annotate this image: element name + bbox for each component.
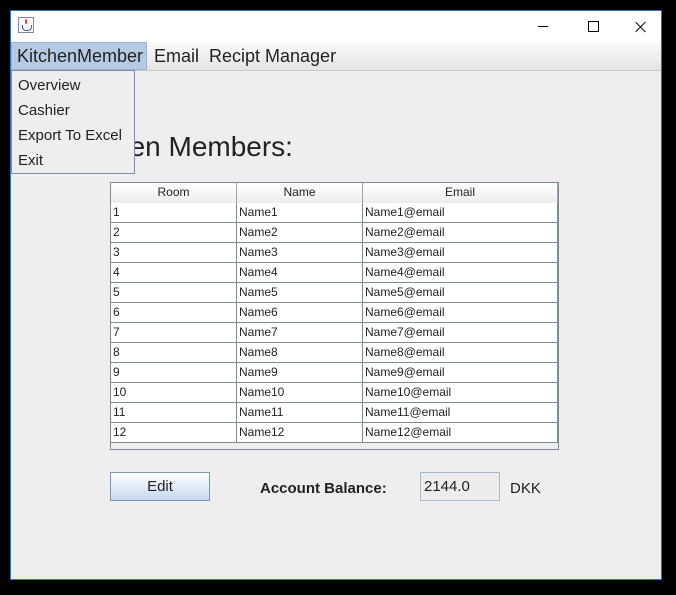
cell-room[interactable]: 6 — [111, 303, 237, 323]
cell-email[interactable]: Name8@email — [363, 343, 558, 363]
cell-email[interactable]: Name2@email — [363, 223, 558, 243]
cup-mark — [22, 25, 32, 31]
cell-name[interactable]: Name3 — [237, 243, 363, 263]
menu-item-cashier[interactable]: Cashier — [12, 98, 134, 123]
cell-room[interactable]: 1 — [111, 203, 237, 223]
members-table: Room Name Email 1 Name1 Name1@email 2 Na… — [110, 182, 559, 450]
cell-name[interactable]: Name8 — [237, 343, 363, 363]
table-row[interactable]: 8 Name8 Name8@email — [111, 343, 558, 363]
table-row[interactable]: 10 Name10 Name10@email — [111, 383, 558, 403]
cell-room[interactable]: 5 — [111, 283, 237, 303]
cell-email[interactable]: Name7@email — [363, 323, 558, 343]
table-row[interactable]: 3 Name3 Name3@email — [111, 243, 558, 263]
cell-email[interactable]: Name4@email — [363, 263, 558, 283]
cell-email[interactable]: Name5@email — [363, 283, 558, 303]
table-row[interactable]: 6 Name6 Name6@email — [111, 303, 558, 323]
currency-label: DKK — [510, 480, 541, 497]
table-row[interactable]: 9 Name9 Name9@email — [111, 363, 558, 383]
table-row[interactable]: 4 Name4 Name4@email — [111, 263, 558, 283]
app-window: KitchenMember Email Recipt Manager Overv… — [10, 10, 662, 580]
table-row[interactable]: 1 Name1 Name1@email — [111, 203, 558, 223]
minimize-icon — [538, 26, 548, 27]
maximize-icon — [587, 21, 599, 32]
cell-email[interactable]: Name10@email — [363, 383, 558, 403]
cell-name[interactable]: Name1 — [237, 203, 363, 223]
cell-email[interactable]: Name9@email — [363, 363, 558, 383]
cell-room[interactable]: 10 — [111, 383, 237, 403]
menu-item-exit[interactable]: Exit — [12, 148, 134, 173]
menu-item-export-to-excel[interactable]: Export To Excel — [12, 123, 134, 148]
table-header: Room Name Email — [111, 183, 558, 203]
column-header-email[interactable]: Email — [363, 183, 558, 203]
minimize-button[interactable] — [520, 11, 566, 42]
cell-room[interactable]: 12 — [111, 423, 237, 443]
edit-button[interactable]: Edit — [110, 472, 210, 501]
cell-room[interactable]: 7 — [111, 323, 237, 343]
cell-name[interactable]: Name2 — [237, 223, 363, 243]
cell-name[interactable]: Name6 — [237, 303, 363, 323]
cell-email[interactable]: Name12@email — [363, 423, 558, 443]
maximize-button[interactable] — [570, 11, 616, 42]
cell-room[interactable]: 11 — [111, 403, 237, 423]
cell-room[interactable]: 9 — [111, 363, 237, 383]
kitchenmember-dropdown: Overview Cashier Export To Excel Exit — [11, 70, 135, 174]
cell-name[interactable]: Name5 — [237, 283, 363, 303]
column-header-name[interactable]: Name — [237, 183, 363, 203]
menu-item-overview[interactable]: Overview — [12, 73, 134, 98]
steam-mark — [25, 19, 30, 24]
menu-bar: KitchenMember Email Recipt Manager — [11, 42, 661, 71]
column-header-room[interactable]: Room — [111, 183, 237, 203]
cell-name[interactable]: Name9 — [237, 363, 363, 383]
table-row[interactable]: 5 Name5 Name5@email — [111, 283, 558, 303]
table-body: 1 Name1 Name1@email 2 Name2 Name2@email … — [111, 203, 558, 443]
table-row[interactable]: 12 Name12 Name12@email — [111, 423, 558, 443]
cell-name[interactable]: Name11 — [237, 403, 363, 423]
cell-email[interactable]: Name11@email — [363, 403, 558, 423]
cell-name[interactable]: Name7 — [237, 323, 363, 343]
close-button[interactable] — [618, 11, 661, 42]
cell-name[interactable]: Name10 — [237, 383, 363, 403]
menu-kitchenmember[interactable]: KitchenMember — [11, 42, 147, 70]
cell-email[interactable]: Name6@email — [363, 303, 558, 323]
table-row[interactable]: 7 Name7 Name7@email — [111, 323, 558, 343]
cell-room[interactable]: 4 — [111, 263, 237, 283]
account-balance-field[interactable]: 2144.0 — [420, 472, 500, 501]
cell-name[interactable]: Name12 — [237, 423, 363, 443]
cell-room[interactable]: 3 — [111, 243, 237, 263]
java-cup-icon — [18, 17, 34, 33]
table-row[interactable]: 11 Name11 Name11@email — [111, 403, 558, 423]
close-icon — [635, 21, 647, 33]
cell-email[interactable]: Name1@email — [363, 203, 558, 223]
menu-email[interactable]: Email — [149, 42, 204, 70]
menu-recipt-manager[interactable]: Recipt Manager — [204, 42, 341, 70]
cell-room[interactable]: 2 — [111, 223, 237, 243]
title-bar — [11, 11, 661, 42]
cell-name[interactable]: Name4 — [237, 263, 363, 283]
cell-room[interactable]: 8 — [111, 343, 237, 363]
cell-email[interactable]: Name3@email — [363, 243, 558, 263]
table-row[interactable]: 2 Name2 Name2@email — [111, 223, 558, 243]
account-balance-label: Account Balance: — [260, 480, 387, 497]
